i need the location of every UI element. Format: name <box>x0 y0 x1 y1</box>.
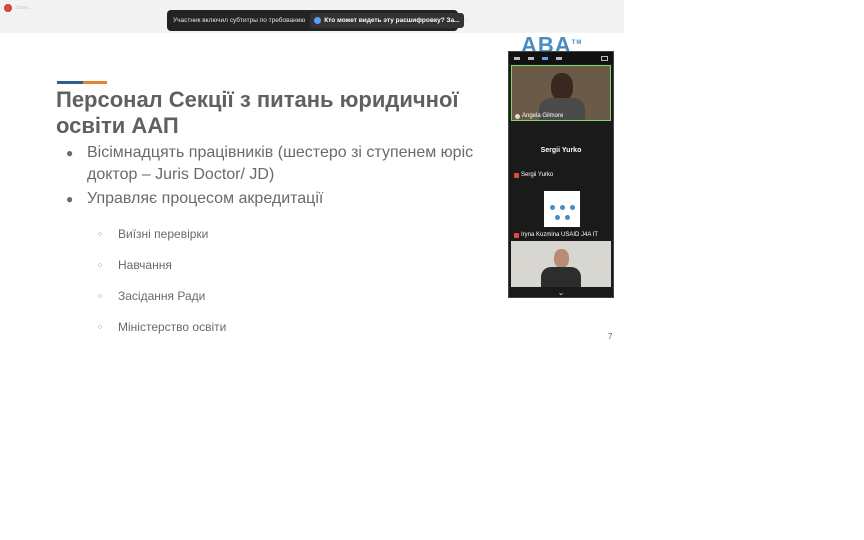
aba-logo: ABATM <box>521 34 582 52</box>
list-view-icon[interactable] <box>542 56 548 60</box>
sub-bullet-item: ○ Міністерство освіти <box>98 320 226 334</box>
slide-page-number: 7 <box>608 332 613 341</box>
mic-muted-icon <box>514 172 519 178</box>
participants-panel: Angela Gilmore Sergii Yurko Sergii Yurko… <box>508 51 614 298</box>
bullet-text: Управляє процесом акредитації <box>87 190 324 207</box>
doc-dot <box>555 215 560 220</box>
record-icon <box>4 4 12 12</box>
video-tile[interactable] <box>511 241 611 287</box>
slide-title: Персонал Секції з питань юридичної освіт… <box>56 87 459 138</box>
sub-bullet-icon: ○ <box>98 231 103 239</box>
captions-message: Участник включил субтитры по требованию <box>173 17 306 24</box>
participant-name-label: Iryna Kuzmina USAID J4A IT <box>514 232 598 238</box>
doc-dot <box>560 205 565 210</box>
doc-dot <box>570 205 575 210</box>
recording-indicator[interactable]: Запис... <box>4 4 33 12</box>
video-tile[interactable]: Iryna Kuzmina USAID J4A IT <box>511 181 611 239</box>
video-tile[interactable]: Sergii Yurko Sergii Yurko <box>511 123 611 179</box>
participant-display-name: Sergii Yurko <box>540 147 582 154</box>
title-accent-bar <box>57 81 107 84</box>
bullet-item: ● Управляє процесом акредитації <box>66 188 496 210</box>
sub-bullet-item: ○ Виїзні перевірки <box>98 227 208 241</box>
sub-bullet-icon: ○ <box>98 262 103 270</box>
expand-icon[interactable] <box>601 55 608 61</box>
participant-name: Angela Gilmore <box>522 113 564 119</box>
video-tile[interactable]: Angela Gilmore <box>511 65 611 121</box>
who-can-see-label: Кто может видеть эту расшифровку? За... <box>324 17 460 24</box>
participant-name: Sergii Yurko <box>521 172 554 178</box>
participant-name: Iryna Kuzmina USAID J4A IT <box>521 232 599 238</box>
bullet-text: Вісімнадцять працівників (шестеро зі сту… <box>87 144 474 183</box>
zoom-window: Запис... Участник включил субтитры по тр… <box>0 0 864 540</box>
sub-bullet-text: Виїзні перевірки <box>118 227 209 241</box>
participant-video <box>551 73 573 101</box>
sub-bullet-text: Засідання Ради <box>118 289 206 303</box>
participant-video <box>554 249 569 268</box>
bullet-icon: ● <box>66 146 74 160</box>
shared-document-thumbnail <box>544 191 580 227</box>
captions-banner: Участник включил субтитры по требованию … <box>167 10 468 31</box>
close-icon[interactable]: × <box>464 16 469 25</box>
view-toolbar <box>509 52 613 64</box>
pin-icon <box>515 113 520 119</box>
chevron-down-icon[interactable]: ⌄ <box>509 288 613 298</box>
bullet-icon: ● <box>66 192 74 206</box>
grid-view-icon[interactable] <box>556 56 562 60</box>
doc-dot <box>550 205 555 210</box>
minimize-icon[interactable] <box>514 56 520 60</box>
strip-view-icon[interactable] <box>528 56 534 60</box>
sub-bullet-text: Міністерство освіти <box>118 320 227 334</box>
person-icon <box>314 17 322 24</box>
participant-body <box>541 267 581 287</box>
sub-bullet-text: Навчання <box>118 258 172 272</box>
logo-tm: TM <box>571 40 583 46</box>
recording-label: Запис... <box>15 5 33 11</box>
bullet-item: ● Вісімнадцять працівників (шестеро зі с… <box>66 142 496 186</box>
sub-bullet-item: ○ Навчання <box>98 258 172 272</box>
sub-bullet-item: ○ Засідання Ради <box>98 289 205 303</box>
accent-orange <box>83 81 107 84</box>
who-can-see-button[interactable]: Кто может видеть эту расшифровку? За... <box>310 13 464 28</box>
participant-name-label: Angela Gilmore <box>515 113 563 119</box>
accent-blue <box>57 81 83 84</box>
sub-bullet-icon: ○ <box>98 324 103 332</box>
participant-name-label: Sergii Yurko <box>514 172 553 178</box>
sub-bullet-icon: ○ <box>98 293 103 301</box>
mic-muted-icon <box>514 232 519 238</box>
doc-dot <box>565 215 570 220</box>
logo-text: ABA <box>521 34 572 52</box>
